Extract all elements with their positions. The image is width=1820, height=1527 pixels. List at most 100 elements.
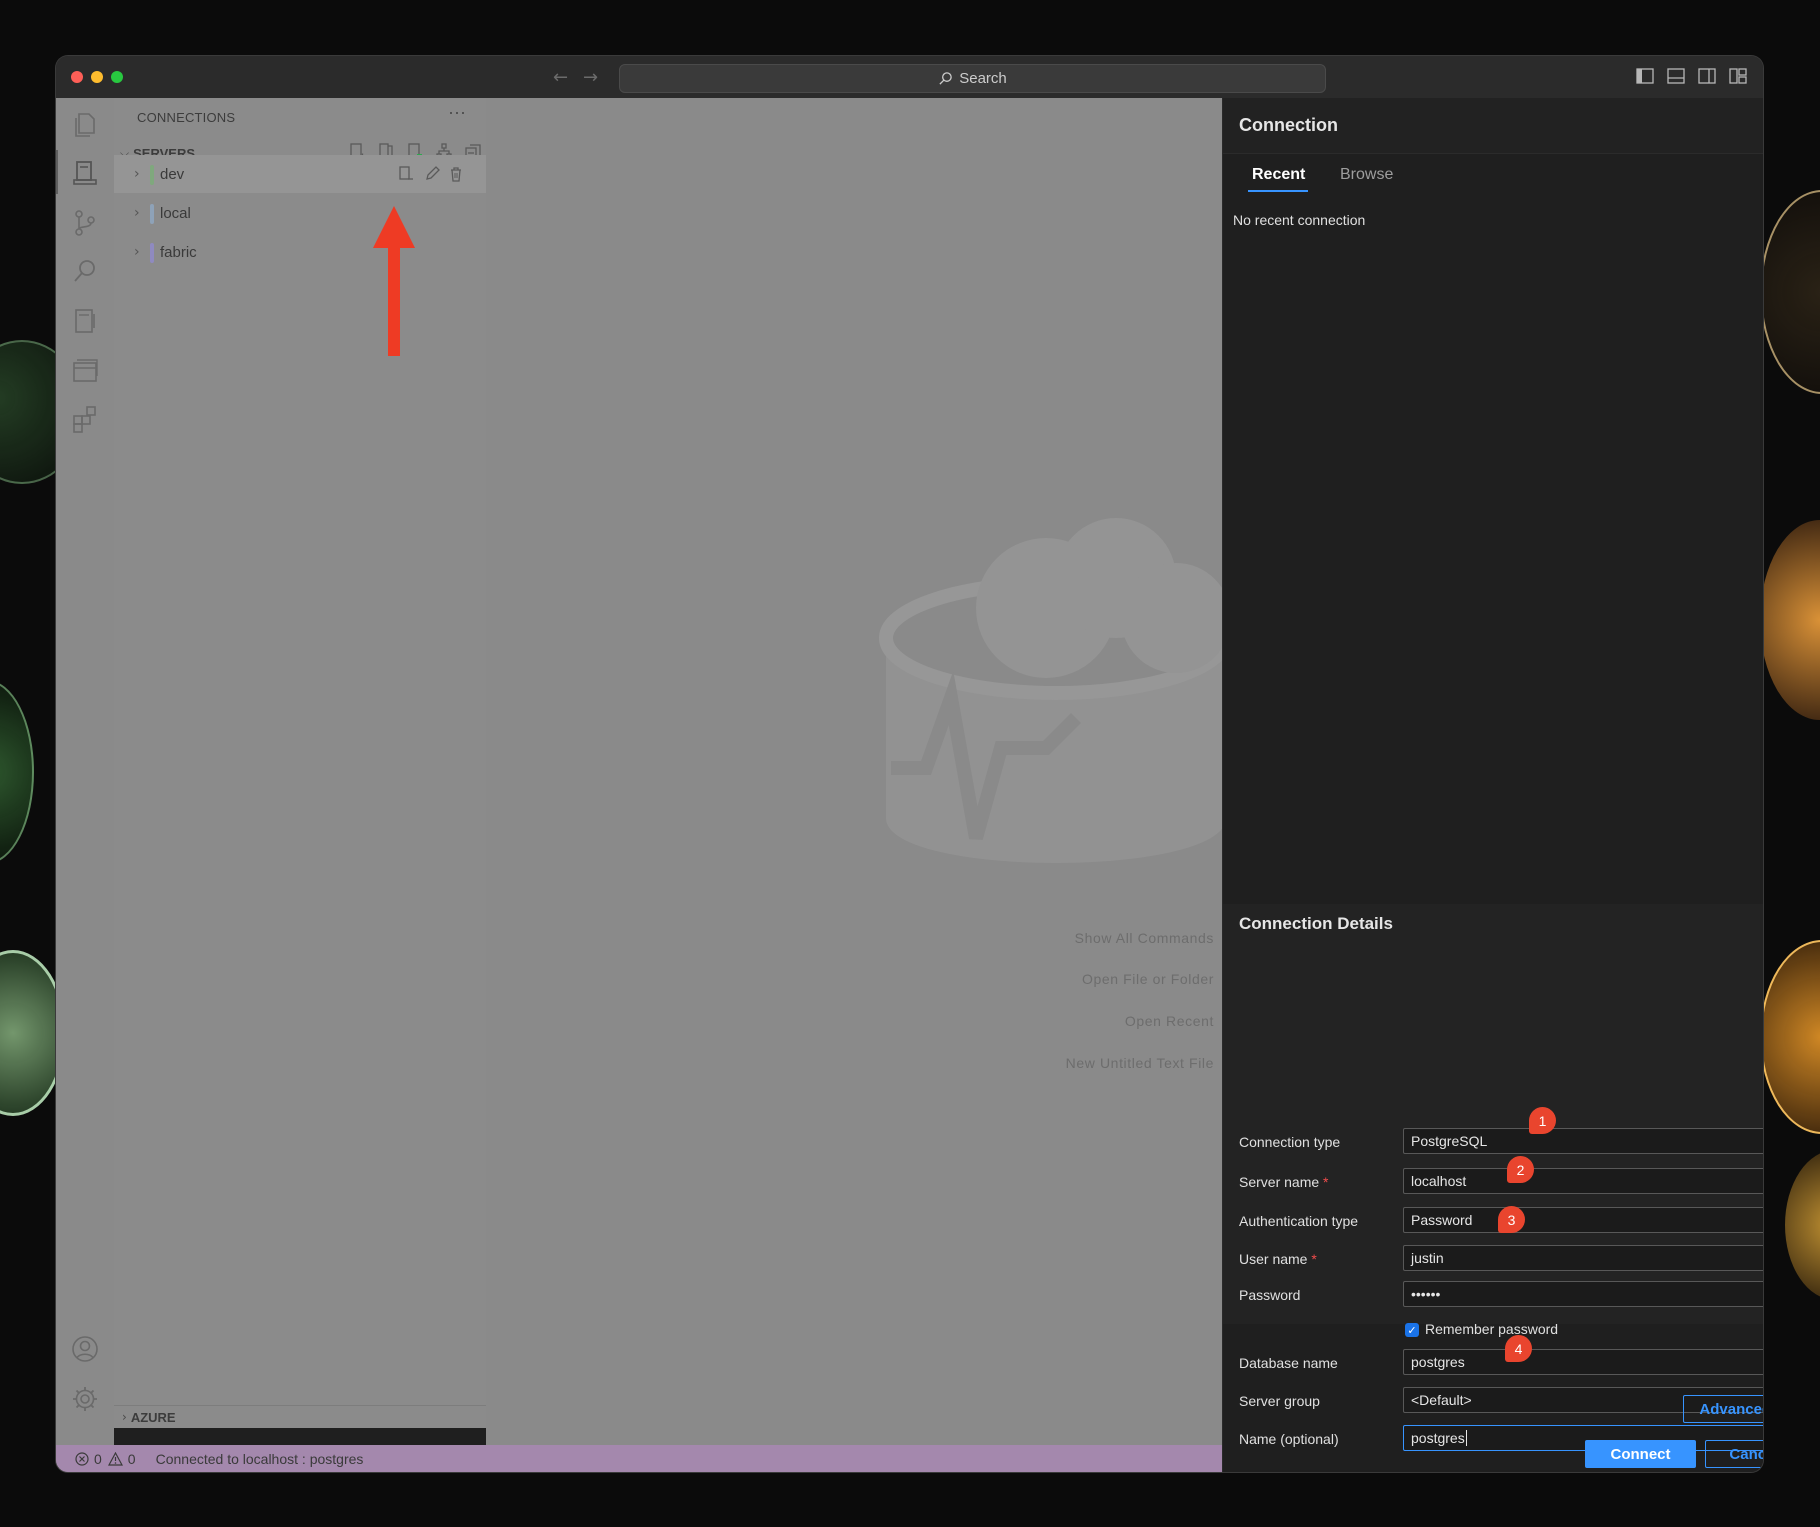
remember-password-checkbox[interactable]: ✓ [1405,1323,1419,1337]
connect-button[interactable]: Connect [1585,1440,1696,1468]
server-color-bar [150,165,154,185]
extensions-icon[interactable] [70,404,100,434]
search-icon [939,72,953,85]
server-item-local[interactable]: › local [114,194,486,232]
server-color-bar [150,204,154,224]
azure-section-label: AZURE [130,1409,176,1425]
annotation-badge-4: 4 [1505,1335,1532,1362]
connections-sidebar: CONNECTIONS ··· ⌵ SERVERS › dev › local … [114,98,486,1428]
active-indicator [56,150,58,194]
close-window-button[interactable] [71,71,83,83]
minimize-window-button[interactable] [91,71,103,83]
query-history-icon[interactable] [70,356,100,386]
server-name-value: localhost [1411,1173,1467,1189]
server-name-label: Server name * [1239,1174,1329,1190]
customize-layout-icon[interactable] [1729,68,1747,84]
warning-icon[interactable] [107,1451,123,1466]
background-bokeh [1760,940,1820,1134]
search-icon[interactable] [70,256,100,286]
toggle-panel-icon[interactable] [1667,68,1685,84]
new-query-icon[interactable] [398,166,414,182]
source-control-icon[interactable] [70,208,100,238]
database-name-label: Database name [1239,1355,1338,1371]
toggle-secondary-sidebar-icon[interactable] [1698,68,1716,84]
user-name-value: justin [1411,1250,1444,1266]
tab-browse[interactable]: Browse [1340,166,1393,184]
database-name-value: postgres [1411,1354,1465,1370]
annotation-badge-2: 2 [1507,1156,1534,1183]
database-name-select[interactable]: postgres [1403,1349,1763,1375]
no-recent-text: No recent connection [1233,212,1366,228]
command-center-search[interactable]: Search [619,64,1326,93]
explorer-icon[interactable] [70,110,100,140]
background-bokeh [0,680,34,864]
error-count[interactable]: 0 [94,1451,102,1467]
chevron-right-icon: › [134,205,140,221]
hint-show-all-commands[interactable]: Show All Commands [1075,930,1214,946]
delete-trash-icon[interactable] [448,166,464,182]
account-icon[interactable] [70,1334,100,1364]
hint-new-untitled-text-file[interactable]: New Untitled Text File [1066,1055,1214,1071]
connection-status[interactable]: Connected to localhost : postgres [156,1451,364,1467]
hint-open-recent[interactable]: Open Recent [1125,1013,1214,1029]
background-bokeh [1785,1150,1820,1300]
settings-gear-icon[interactable] [70,1384,100,1414]
server-label: local [160,204,191,222]
layout-controls [1636,68,1747,84]
connections-icon[interactable] [70,158,100,188]
server-item-dev[interactable]: › dev [114,155,486,193]
server-color-bar [150,243,154,263]
user-name-label: User name * [1239,1251,1317,1267]
activity-bar [56,98,114,1472]
auth-type-select[interactable]: Password [1403,1207,1763,1233]
watermark-logo [879,518,1222,863]
toggle-primary-sidebar-icon[interactable] [1636,68,1654,84]
sidebar-title: CONNECTIONS [137,110,236,125]
editor-area: Show All Commands Open File or Folder Op… [486,98,1222,1445]
annotation-badge-1: 1 [1529,1107,1556,1134]
hint-open-file-or-folder[interactable]: Open File or Folder [1082,971,1214,987]
title-bar: ← → Search [56,56,1763,99]
server-label: dev [160,165,185,183]
advanced-button[interactable]: Advanced... [1683,1395,1763,1423]
back-arrow-icon[interactable]: ← [553,67,568,88]
warning-count[interactable]: 0 [128,1451,136,1467]
chevron-right-icon: › [134,244,140,260]
annotation-badge-3: 3 [1498,1206,1525,1233]
server-name-input[interactable]: localhost [1403,1168,1763,1194]
annotation-arrow [373,206,415,356]
connection-type-value: PostgreSQL [1411,1133,1488,1149]
auth-type-value: Password [1411,1212,1473,1228]
azure-section-header[interactable]: › AZURE [114,1405,486,1428]
connection-type-select[interactable]: PostgreSQL [1403,1128,1763,1154]
status-bar: 0 0 Connected to localhost : postgres [56,1445,1222,1472]
connection-name-label: Name (optional) [1239,1431,1339,1447]
edit-pencil-icon[interactable] [424,166,440,182]
connection-type-label: Connection type [1239,1134,1341,1150]
password-label: Password [1239,1287,1301,1303]
details-title: Connection Details [1239,914,1393,933]
forward-arrow-icon[interactable]: → [583,67,598,88]
auth-type-label: Authentication type [1239,1213,1359,1229]
dialog-title: Connection [1239,115,1338,135]
server-group-label: Server group [1239,1393,1320,1409]
tab-recent[interactable]: Recent [1252,166,1305,184]
app-window: ← → Search CONNECTIONS ··· ⌵ SERVERS › d… [56,56,1763,1472]
notebooks-icon[interactable] [70,306,100,336]
background-bokeh [1760,520,1820,720]
zoom-window-button[interactable] [111,71,123,83]
search-label: Search [959,70,1007,87]
cancel-button[interactable]: Cancel [1705,1440,1763,1468]
error-icon[interactable] [75,1451,89,1466]
background-bokeh [1760,190,1820,394]
server-item-fabric[interactable]: › fabric [114,233,486,271]
user-name-input[interactable]: justin [1403,1245,1763,1271]
password-input[interactable]: •••••• [1403,1281,1763,1307]
server-label: fabric [160,243,197,261]
remember-password-label[interactable]: Remember password [1425,1321,1558,1337]
connection-name-value: postgres [1411,1430,1465,1446]
connection-dialog: Connection Recent Browse No recent conne… [1222,98,1763,1472]
more-actions-icon[interactable]: ··· [448,102,466,123]
chevron-right-icon: › [122,1410,127,1424]
chevron-right-icon: › [134,166,140,182]
